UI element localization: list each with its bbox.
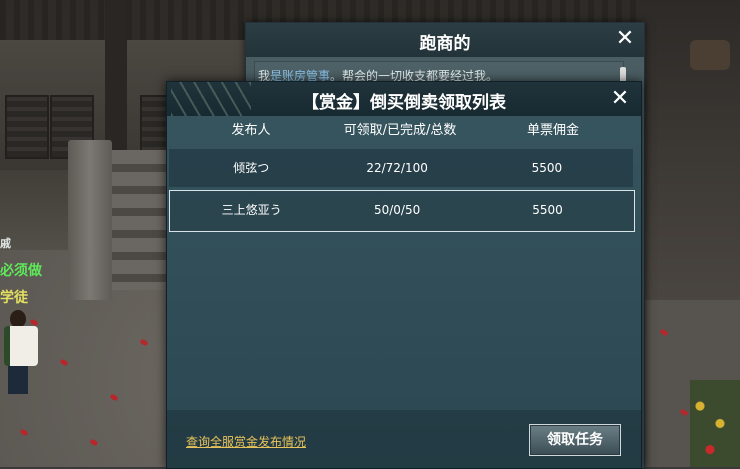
dialog-title-bar: 跑商的 ✕ [246, 23, 644, 57]
npc-name-label: 戚 [0, 237, 11, 250]
flower-bed [690, 380, 740, 467]
dialog-title: 跑商的 [419, 34, 471, 54]
table-header: 发布人 可领取/已完成/总数 单票佣金 [167, 116, 641, 146]
claim-task-button[interactable]: 领取任务 [529, 424, 621, 456]
cell-commission: 5500 [532, 203, 563, 217]
query-server-bounty-link[interactable]: 查询全服赏金发布情况 [186, 433, 306, 450]
column-header-commission: 单票佣金 [526, 123, 579, 138]
close-icon[interactable]: ✕ [612, 26, 638, 52]
cell-publisher: 三上悠亚う [221, 203, 282, 217]
npc-quest-label: 必须做 [0, 263, 42, 279]
panel-body: 发布人 可领取/已完成/总数 单票佣金 倾弦つ 22/72/100 5500 三… [167, 116, 641, 468]
npc-title-label: 学徒 [0, 290, 28, 306]
lattice-window [5, 95, 49, 159]
column-header-publisher: 发布人 [231, 123, 271, 138]
panel-title-bar: 【赏金】倒买倒卖领取列表 ✕ [167, 82, 641, 116]
table-row[interactable]: 倾弦つ 22/72/100 5500 [169, 149, 633, 187]
cell-counts: 50/0/50 [373, 203, 421, 217]
stone-stele [68, 140, 112, 300]
cell-counts: 22/72/100 [366, 161, 428, 175]
panel-title: 【赏金】倒买倒卖领取列表 [302, 93, 506, 113]
table-row-selected[interactable]: 三上悠亚う 50/0/50 5500 [169, 190, 635, 232]
cell-publisher: 倾弦つ [233, 161, 270, 175]
close-icon[interactable]: ✕ [607, 86, 633, 112]
column-header-counts: 可领取/已完成/总数 [343, 123, 457, 138]
cell-commission: 5500 [531, 161, 563, 175]
bounty-list-panel: 【赏金】倒买倒卖领取列表 ✕ 发布人 可领取/已完成/总数 单票佣金 倾弦つ 2… [166, 81, 642, 469]
barrel [690, 40, 730, 70]
npc-character[interactable] [0, 310, 38, 395]
